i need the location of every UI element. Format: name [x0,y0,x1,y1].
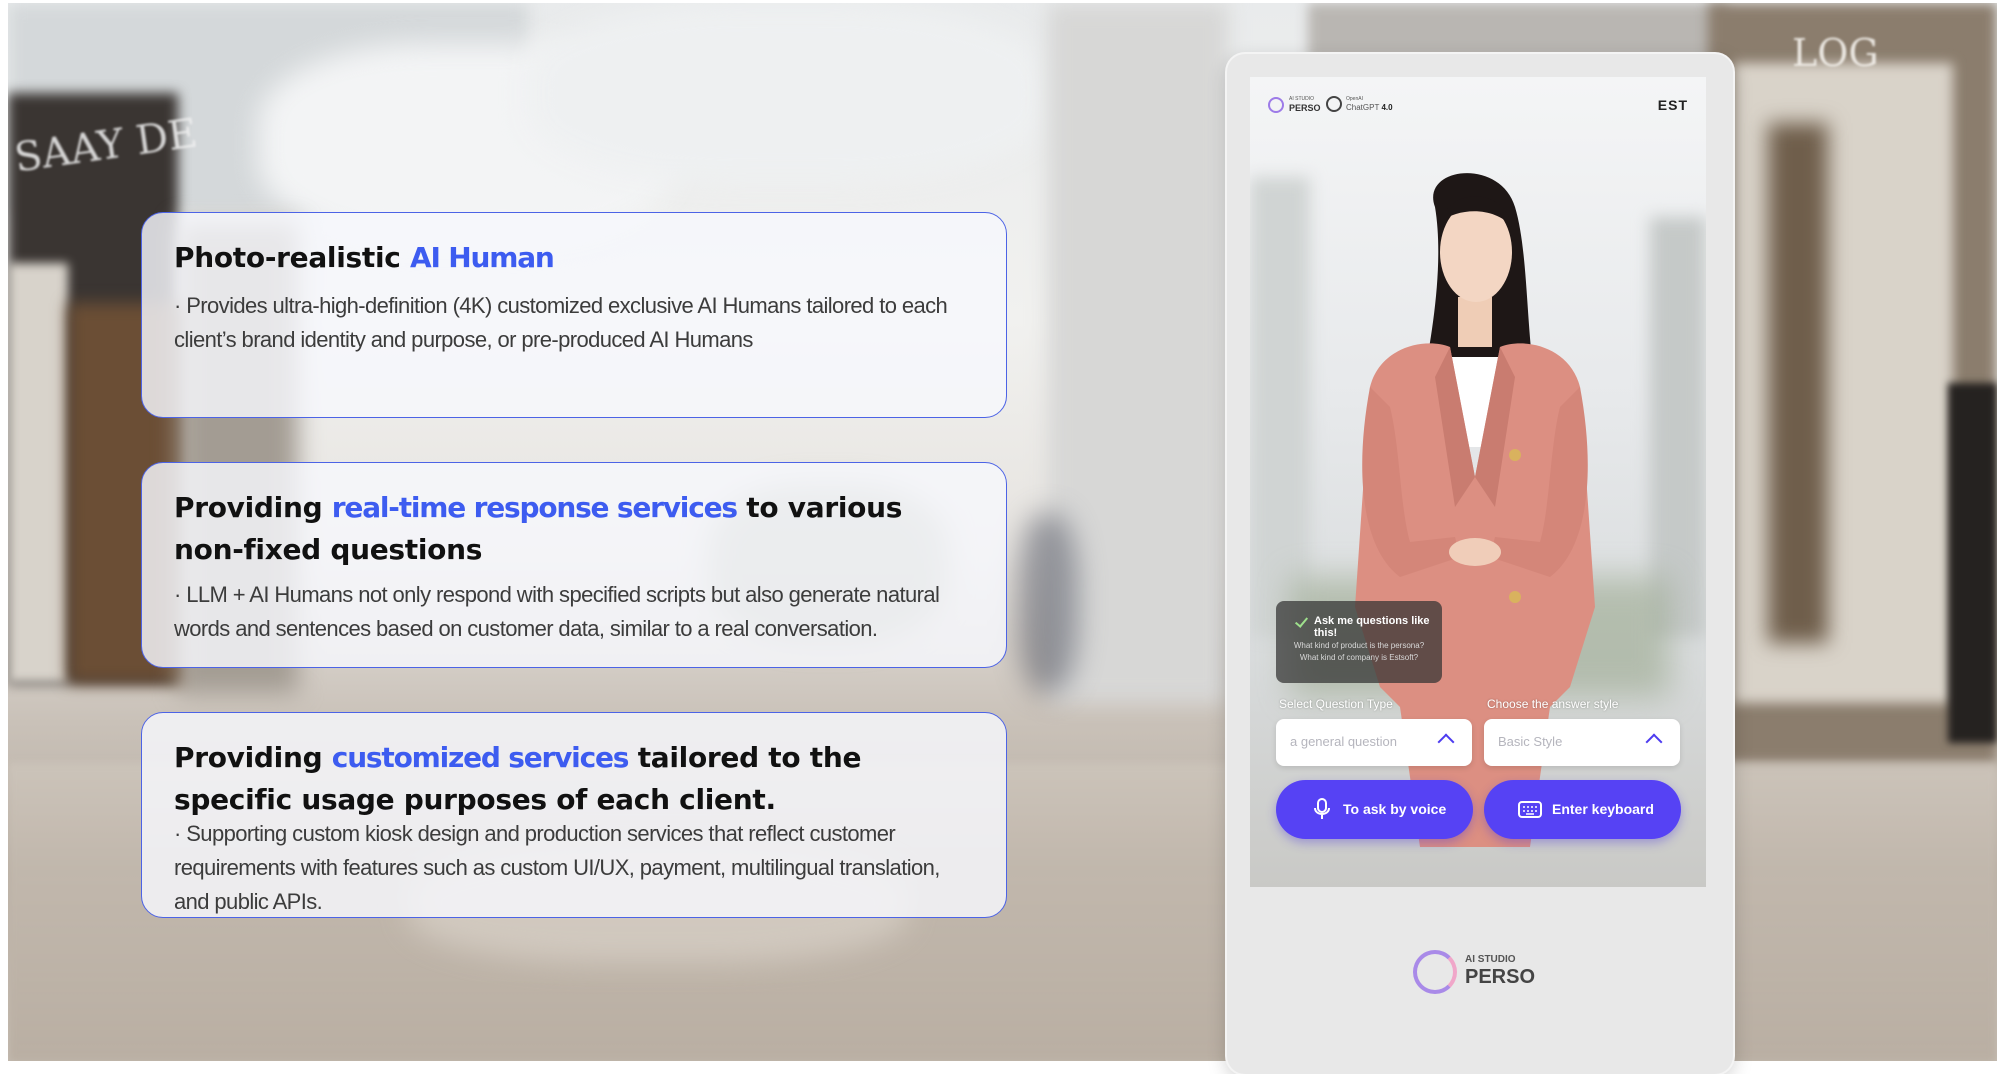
store-sign-right: LOG [1792,31,1879,75]
keyboard-button[interactable]: Enter keyboard [1484,780,1681,839]
voice-button-label: To ask by voice [1343,801,1447,817]
card-title: Providing customized services tailored t… [174,741,862,816]
perso-logo-icon [1413,950,1457,994]
card-body: · LLM + AI Humans not only respond with … [174,582,940,641]
suggestion-bubble: Ask me questions like this! What kind of… [1276,601,1442,683]
kiosk-footer-logo: AI STUDIO PERSO [1413,948,1553,1000]
check-icon [1294,614,1309,628]
keyboard-icon [1518,801,1542,818]
brand-name: PERSO [1289,103,1321,113]
question-type-label: Select Question Type [1279,697,1393,711]
kiosk-header: AI STUDIO PERSO OpenAI ChatGPT 4.0 EST [1268,93,1688,123]
keyboard-button-label: Enter keyboard [1552,801,1654,817]
card-title: Photo-realistic AI Human [174,241,555,274]
card-body: · Supporting custom kiosk design and pro… [174,821,940,914]
question-type-value: a general question [1290,734,1397,749]
footer-brand: PERSO [1465,966,1536,988]
openai-icon [1326,96,1342,112]
microphone-icon [1314,798,1330,819]
openai-small: OpenAI [1346,96,1363,102]
brand-small: AI STUDIO [1289,96,1315,102]
footer-brand-small: AI STUDIO [1465,954,1516,965]
feature-card-real-time: Providing real-time response services to… [141,462,1007,668]
est-logo: EST [1657,97,1688,113]
chevron-up-icon [1437,733,1455,751]
chevron-up-icon [1645,733,1663,751]
feature-card-customized: Providing customized services tailored t… [141,712,1007,918]
feature-card-ai-human: Photo-realistic AI Human · Provides ultr… [141,212,1007,418]
answer-style-label: Choose the answer style [1487,697,1619,711]
card-title: Providing real-time response services to… [174,491,903,566]
voice-button[interactable]: To ask by voice [1276,780,1473,839]
answer-style-value: Basic Style [1498,734,1563,749]
openai-label: ChatGPT [1346,103,1380,112]
card-body: · Provides ultra-high-definition (4K) cu… [174,293,948,352]
bubble-line-2: What kind of company is Estsoft? [1299,653,1419,662]
answer-style-select[interactable]: Basic Style [1484,719,1680,766]
openai-version: 4.0 [1381,103,1393,112]
bubble-line-1: What kind of product is the persona? [1293,641,1425,650]
question-type-select[interactable]: a general question [1276,719,1472,766]
perso-logo-icon [1268,97,1284,113]
bubble-title: Ask me questions like this! [1314,615,1430,639]
kiosk-screen: AI STUDIO PERSO OpenAI ChatGPT 4.0 EST A… [1250,77,1706,887]
kiosk-device: AI STUDIO PERSO OpenAI ChatGPT 4.0 EST A… [1227,54,1733,1074]
